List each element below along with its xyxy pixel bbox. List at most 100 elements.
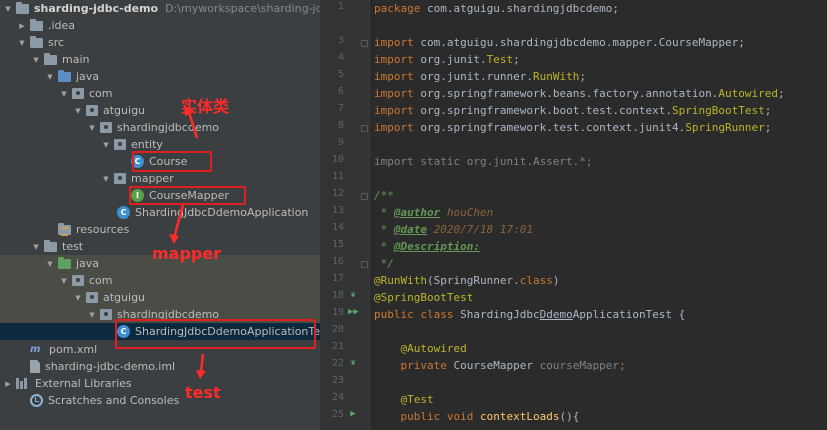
expand-arrow-icon[interactable]: ▼ — [3, 4, 13, 14]
tree-item-test-atguigu[interactable]: ▼ atguigu — [0, 289, 320, 306]
code-line-6: import org.springframework.beans.factory… — [374, 87, 785, 100]
collapse-arrow-icon[interactable]: ▶ — [17, 21, 27, 31]
spring-bean-icon[interactable]: ❦ — [348, 358, 358, 368]
code-line-15: * @Description: — [374, 240, 480, 253]
fold-marker-icon[interactable] — [361, 125, 368, 132]
project-path: D:\myworkspace\sharding-jdbc-demo — [165, 2, 320, 15]
class-icon: C — [131, 155, 144, 168]
line-number: 20 — [331, 324, 344, 335]
tree-item-label: atguigu — [103, 291, 146, 304]
code-line-5: import org.junit.runner.RunWith; — [374, 70, 586, 83]
code-line-16: */ — [374, 257, 394, 270]
tree-item-iml[interactable]: sharding-jdbc-demo.iml — [0, 358, 320, 375]
fold-marker-icon[interactable] — [361, 193, 368, 200]
tree-item-test-shardingjdbcdemo[interactable]: ▼ shardingjdbcdemo — [0, 306, 320, 323]
line-number: 15 — [331, 239, 344, 250]
package-icon — [86, 105, 98, 116]
expand-arrow-icon[interactable]: ▼ — [31, 55, 41, 65]
tree-item-label: sharding-jdbc-demo.iml — [45, 360, 176, 373]
run-test-icon[interactable]: ▶▶ — [348, 307, 359, 317]
line-number: 6 — [337, 86, 344, 97]
tree-item-label: mapper — [131, 172, 174, 185]
line-number: 1 — [337, 1, 344, 12]
tree-item-entity[interactable]: ▼ entity — [0, 136, 320, 153]
expand-arrow-icon[interactable]: ▼ — [101, 174, 111, 184]
tree-item-scratches[interactable]: Scratches and Consoles — [0, 392, 320, 409]
tree-item-label: com — [89, 274, 113, 287]
tree-item-shardingjdbcdemo[interactable]: ▼ shardingjdbcdemo — [0, 119, 320, 136]
folder-icon — [44, 239, 57, 252]
expand-arrow-icon[interactable]: ▼ — [45, 259, 55, 269]
editor-gutter[interactable]: 1 3 4 5 6 7 8 9 10 11 12 13 14 15 16 17 … — [322, 0, 370, 430]
code-editor[interactable]: 1 3 4 5 6 7 8 9 10 11 12 13 14 15 16 17 … — [322, 0, 827, 430]
tree-item-src[interactable]: ▼ src — [0, 34, 320, 51]
expand-arrow-icon[interactable]: ▼ — [45, 72, 55, 82]
annotation-test: test — [185, 383, 221, 402]
line-number: 7 — [337, 103, 344, 114]
expand-arrow-icon[interactable]: ▼ — [73, 106, 83, 116]
code-line-10: import static org.junit.Assert.*; — [374, 155, 593, 168]
code-line-12: /** — [374, 189, 394, 202]
package-icon — [72, 88, 84, 99]
tree-item-application-test[interactable]: C ShardingJdbcDdemoApplicationTest — [0, 323, 320, 340]
tree-item-mapper[interactable]: ▼ mapper — [0, 170, 320, 187]
tree-item-project-root[interactable]: ▼ sharding-jdbc-demo D:\myworkspace\shar… — [0, 0, 320, 17]
expand-arrow-icon[interactable]: ▼ — [17, 38, 27, 48]
line-number: 3 — [337, 35, 344, 46]
code-line-14: * @date 2020/7/18 17:01 — [374, 223, 533, 236]
tree-item-resources[interactable]: resources — [0, 221, 320, 238]
code-line-1: package com.atguigu.shardingjdbcdemo; — [374, 2, 620, 15]
code-line-7: import org.springframework.boot.test.con… — [374, 104, 772, 117]
resources-folder-icon — [58, 222, 71, 236]
fold-marker-icon[interactable] — [361, 40, 368, 47]
line-number: 10 — [331, 154, 344, 165]
line-number: 25 — [331, 409, 344, 420]
expand-arrow-icon[interactable]: ▼ — [87, 310, 97, 320]
spring-bean-icon[interactable]: ❦ — [348, 290, 358, 300]
code-line-8: import org.springframework.test.context.… — [374, 121, 772, 134]
annotation-entity: 实体类 — [181, 97, 230, 116]
expand-arrow-icon[interactable]: ▼ — [59, 89, 69, 99]
line-number: 8 — [337, 120, 344, 131]
scratches-icon — [30, 394, 43, 407]
tree-item-application[interactable]: C ShardingJdbcDdemoApplication — [0, 204, 320, 221]
run-test-icon[interactable]: ▶ — [348, 409, 358, 419]
expand-arrow-icon[interactable]: ▼ — [73, 293, 83, 303]
tree-item-idea[interactable]: ▶ .idea — [0, 17, 320, 34]
code-line-24: @Test — [400, 393, 434, 406]
collapse-arrow-icon[interactable]: ▶ — [3, 379, 13, 389]
tree-item-main[interactable]: ▼ main — [0, 51, 320, 68]
tree-item-test-com[interactable]: ▼ com — [0, 272, 320, 289]
test-folder-icon — [58, 256, 71, 269]
tree-item-course[interactable]: C Course — [0, 153, 320, 170]
tree-item-course-mapper[interactable]: I CourseMapper — [0, 187, 320, 204]
libraries-icon — [16, 378, 30, 389]
ide-window: ▼ sharding-jdbc-demo D:\myworkspace\shar… — [0, 0, 827, 430]
tree-item-label: java — [76, 70, 100, 83]
tree-item-com[interactable]: ▼ com — [0, 85, 320, 102]
tree-item-label: shardingjdbcdemo — [117, 121, 220, 134]
annotation-mapper: mapper — [152, 244, 222, 263]
line-number: 18 — [331, 290, 344, 301]
tree-item-external-libraries[interactable]: ▶ External Libraries — [0, 375, 320, 392]
tree-item-label: Course — [149, 155, 188, 168]
tree-item-label: java — [76, 257, 100, 270]
code-line-19: public class ShardingJdbcDdemoApplicatio… — [374, 308, 686, 321]
expand-arrow-icon[interactable]: ▼ — [31, 242, 41, 252]
expand-arrow-icon[interactable]: ▼ — [59, 276, 69, 286]
expand-arrow-icon[interactable]: ▼ — [87, 123, 97, 133]
tree-item-atguigu[interactable]: ▼ atguigu — [0, 102, 320, 119]
test-class-icon: C — [117, 325, 130, 338]
tree-item-java[interactable]: ▼ java — [0, 68, 320, 85]
line-number: 16 — [331, 256, 344, 267]
tree-item-pom[interactable]: m pom.xml — [0, 341, 320, 358]
code-line-25: public void contextLoads(){ — [400, 410, 580, 423]
line-number: 11 — [331, 171, 344, 182]
code-line-13: * @author houChen — [374, 206, 494, 219]
expand-arrow-icon[interactable]: ▼ — [101, 140, 111, 150]
tree-item-label: entity — [131, 138, 163, 151]
code-area[interactable]: package com.atguigu.shardingjdbcdemo; im… — [374, 0, 827, 430]
fold-marker-icon[interactable] — [361, 261, 368, 268]
folder-icon — [30, 35, 43, 48]
tree-item-label: src — [48, 36, 65, 49]
